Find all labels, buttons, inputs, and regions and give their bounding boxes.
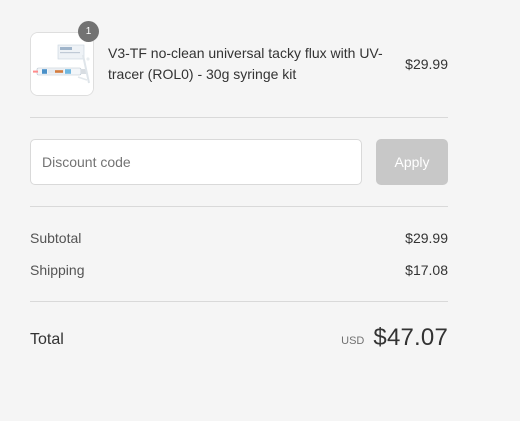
product-thumbnail-wrap: 1 bbox=[30, 21, 99, 96]
line-item: 1 V3-TF no-clean universal tacky flux wi… bbox=[30, 21, 448, 96]
apply-discount-button[interactable]: Apply bbox=[376, 139, 448, 185]
product-price: $29.99 bbox=[405, 56, 448, 72]
divider bbox=[30, 301, 448, 302]
divider bbox=[30, 117, 448, 118]
shipping-label: Shipping bbox=[30, 262, 85, 278]
quantity-badge: 1 bbox=[78, 21, 99, 42]
flux-syringe-kit-image bbox=[31, 33, 93, 95]
shipping-value: $17.08 bbox=[405, 262, 448, 278]
product-name: V3-TF no-clean universal tacky flux with… bbox=[108, 45, 383, 82]
total-label: Total bbox=[30, 331, 64, 348]
subtotal-value: $29.99 bbox=[405, 230, 448, 246]
divider bbox=[30, 206, 448, 207]
total-value: USD $47.07 bbox=[341, 324, 448, 352]
subtotal-label: Subtotal bbox=[30, 230, 82, 246]
product-thumbnail bbox=[30, 32, 94, 96]
currency-code: USD bbox=[341, 335, 365, 347]
discount-code-input[interactable] bbox=[30, 139, 362, 185]
total-amount: $47.07 bbox=[373, 324, 448, 351]
